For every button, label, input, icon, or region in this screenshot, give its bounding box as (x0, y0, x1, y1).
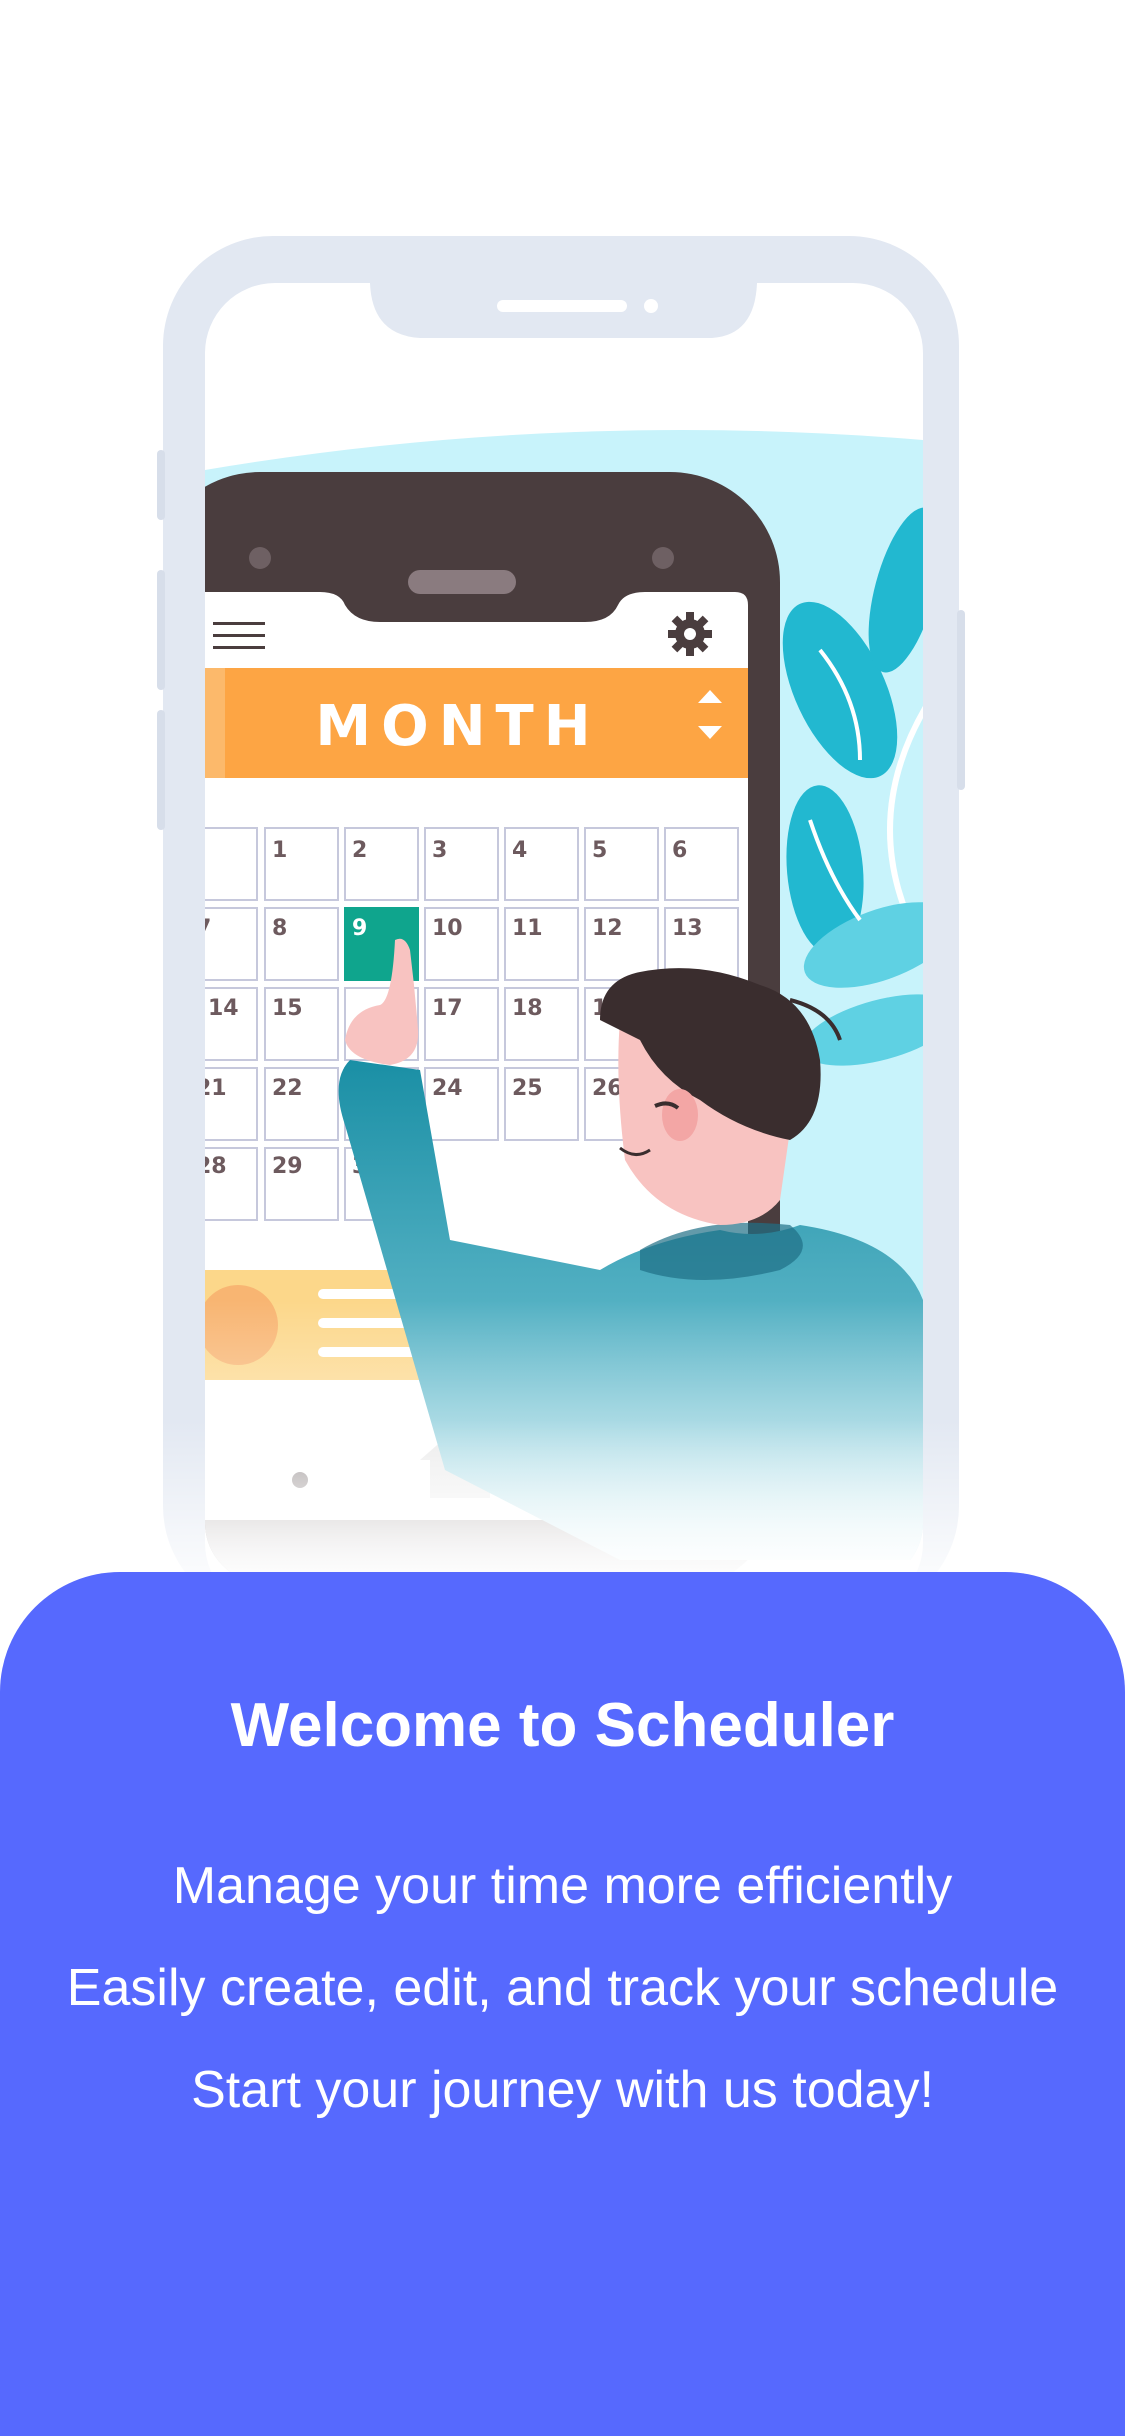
svg-text:4: 4 (512, 838, 527, 863)
tagline-schedule: Easily create, edit, and track your sche… (66, 1959, 1059, 2017)
svg-text:10: 10 (432, 916, 463, 941)
calendar-header-label: MONTH (315, 694, 600, 759)
svg-text:22: 22 (272, 1076, 303, 1101)
tagline-efficiency: Manage your time more efficiently (172, 1857, 953, 1915)
svg-text:3: 3 (432, 838, 447, 863)
svg-text:25: 25 (512, 1076, 543, 1101)
svg-text:6: 6 (672, 838, 687, 863)
svg-text:5: 5 (592, 838, 607, 863)
svg-text:8: 8 (272, 916, 287, 941)
svg-text:26: 26 (592, 1076, 623, 1101)
svg-text:29: 29 (272, 1154, 303, 1179)
gear-icon (668, 612, 712, 656)
svg-text:13: 13 (672, 916, 703, 941)
tagline-journey: Start your journey with us today! (191, 2061, 934, 2119)
onboarding-illustration: MONTH 1 2 3 4 5 6 7 8 (0, 236, 1125, 1600)
svg-text:17: 17 (432, 996, 463, 1021)
svg-text:18: 18 (512, 996, 543, 1021)
svg-text:12: 12 (592, 916, 623, 941)
svg-text:2: 2 (352, 838, 367, 863)
svg-text:14: 14 (208, 996, 239, 1021)
svg-text:1: 1 (272, 838, 287, 863)
phone-notch (370, 283, 757, 338)
highlighted-day: 9 (352, 916, 367, 941)
svg-text:24: 24 (432, 1076, 463, 1101)
welcome-title: Welcome to Scheduler (230, 1691, 895, 1760)
svg-text:11: 11 (512, 916, 543, 941)
svg-text:15: 15 (272, 996, 303, 1021)
